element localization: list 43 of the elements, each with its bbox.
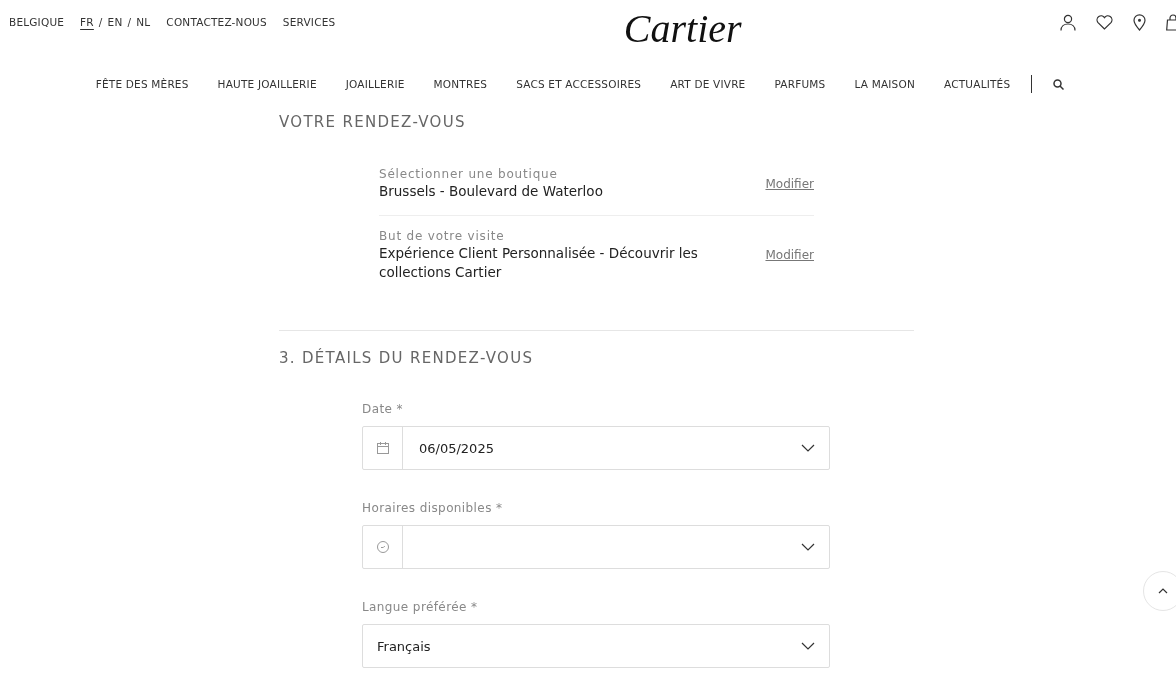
clock-icon [376, 541, 389, 553]
language-separator: / [127, 15, 132, 29]
logo[interactable]: Cartier [623, 0, 742, 49]
chevron-up-icon [1158, 588, 1168, 594]
language-link[interactable]: EN [107, 15, 123, 29]
country-link[interactable]: BELGIQUE [9, 15, 65, 29]
nav-link[interactable]: MONTRES [433, 78, 488, 90]
heart-icon[interactable] [1096, 15, 1113, 30]
nav-link[interactable]: ACTUALITÉS [944, 78, 1011, 90]
section-title: VOTRE RENDEZ-VOUS [279, 112, 467, 132]
summary-label: Sélectionner une boutique [379, 166, 559, 182]
select-field[interactable] [362, 525, 830, 569]
summary-label: But de votre visite [379, 228, 506, 244]
nav-link[interactable]: ART DE VIVRE [670, 78, 746, 90]
nav-link[interactable]: SACS ET ACCESSOIRES [516, 78, 642, 90]
nav-link[interactable]: LA MAISON [854, 78, 915, 90]
select-field[interactable]: 06/05/2025 [362, 426, 830, 470]
user-icon[interactable] [1060, 14, 1076, 31]
shopping-bag-icon[interactable] [1166, 14, 1176, 31]
language-separator: / [98, 15, 103, 29]
chevron-down-icon [801, 444, 815, 452]
modify-link[interactable]: Modifier [765, 248, 814, 262]
summary-value: Brussels - Boulevard de Waterloo [379, 182, 604, 201]
field-label: Langue préférée * [362, 600, 479, 615]
select-field[interactable]: Français [362, 624, 830, 668]
search-icon[interactable] [1053, 78, 1065, 90]
language-link[interactable]: FR [80, 15, 94, 29]
nav-link[interactable]: HAUTE JOAILLERIE [217, 78, 317, 90]
chevron-down-icon [801, 543, 815, 551]
summary-value: Expérience Client Personnalisée - Découvrir les collections Cartier [379, 244, 699, 282]
field-label: Date * [362, 402, 404, 417]
location-pin-icon[interactable] [1133, 14, 1146, 31]
language-link[interactable]: NL [136, 15, 151, 29]
modify-link[interactable]: Modifier [765, 176, 814, 191]
calendar-icon [376, 442, 389, 454]
header-link[interactable]: SERVICES [282, 15, 336, 29]
nav-link[interactable]: FÊTE DES MÈRES [95, 78, 189, 90]
nav-link[interactable]: PARFUMS [774, 78, 826, 90]
nav-link[interactable]: JOAILLERIE [345, 78, 405, 90]
field-label: Horaires disponibles * [362, 501, 504, 516]
section-title: 3. DÉTAILS DU RENDEZ-VOUS [279, 348, 535, 368]
header-link[interactable]: CONTACTEZ-NOUS [166, 15, 267, 29]
chevron-down-icon [801, 642, 815, 650]
